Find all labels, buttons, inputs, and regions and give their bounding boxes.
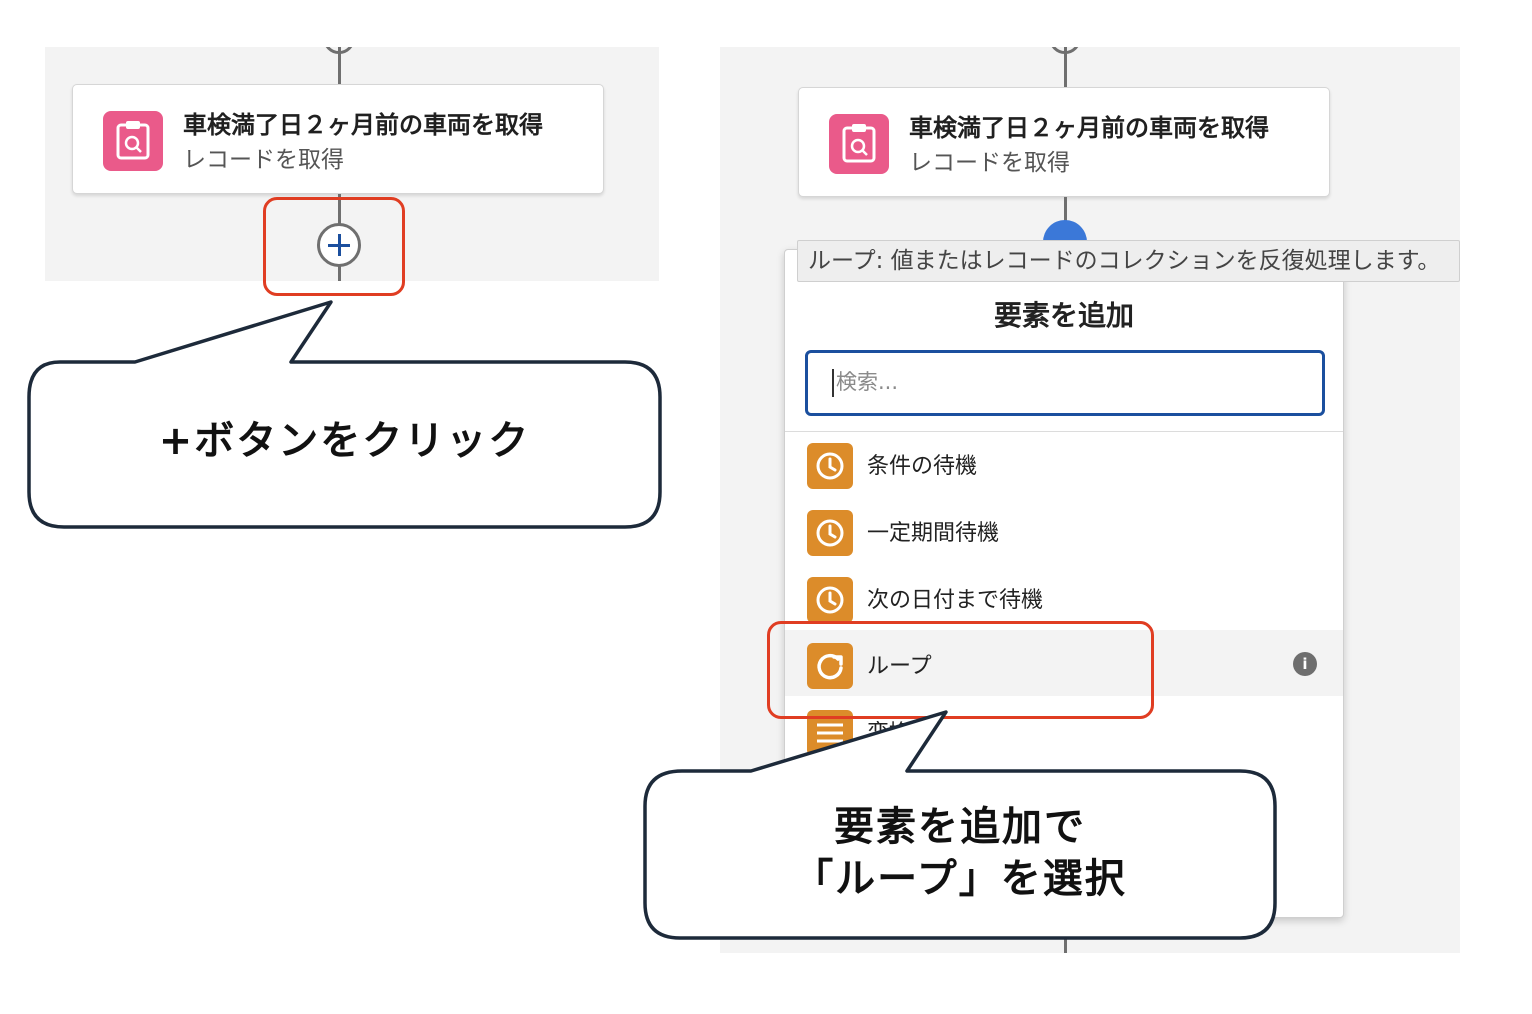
panel-title: 要素を追加 [993, 299, 1134, 332]
clock-icon [807, 443, 853, 489]
list-item[interactable]: 条件の待機 [785, 430, 1343, 496]
right-callout-line2: 「ループ」を選択 [793, 856, 1127, 902]
text-caret [832, 369, 834, 397]
item-label: 条件の待機 [867, 454, 978, 479]
search-input[interactable]: 検索... [805, 350, 1325, 416]
clock-icon [807, 577, 853, 623]
loop-tooltip: ループ: 値またはレコードのコレクションを反復処理します。 [797, 240, 1460, 282]
left-callout-text: +ボタンをクリック [158, 418, 531, 464]
item-label: 次の日付まで待機 [867, 588, 1044, 613]
card-title: 車検満了日２ヶ月前の車両を取得 [909, 114, 1269, 142]
info-icon[interactable]: i [1293, 652, 1317, 676]
card-subtitle: レコードを取得 [909, 150, 1070, 176]
right-get-records-card[interactable]: 車検満了日２ヶ月前の車両を取得 レコードを取得 [798, 87, 1330, 197]
clipboard-search-icon [829, 114, 889, 174]
list-item[interactable]: 一定期間待機 [785, 497, 1343, 563]
right-connector-line-top [1064, 47, 1067, 87]
clock-icon [807, 510, 853, 556]
right-callout-line1: 要素を追加で [834, 804, 1086, 850]
item-label: 一定期間待機 [867, 521, 1000, 546]
search-placeholder: 検索... [836, 370, 899, 394]
